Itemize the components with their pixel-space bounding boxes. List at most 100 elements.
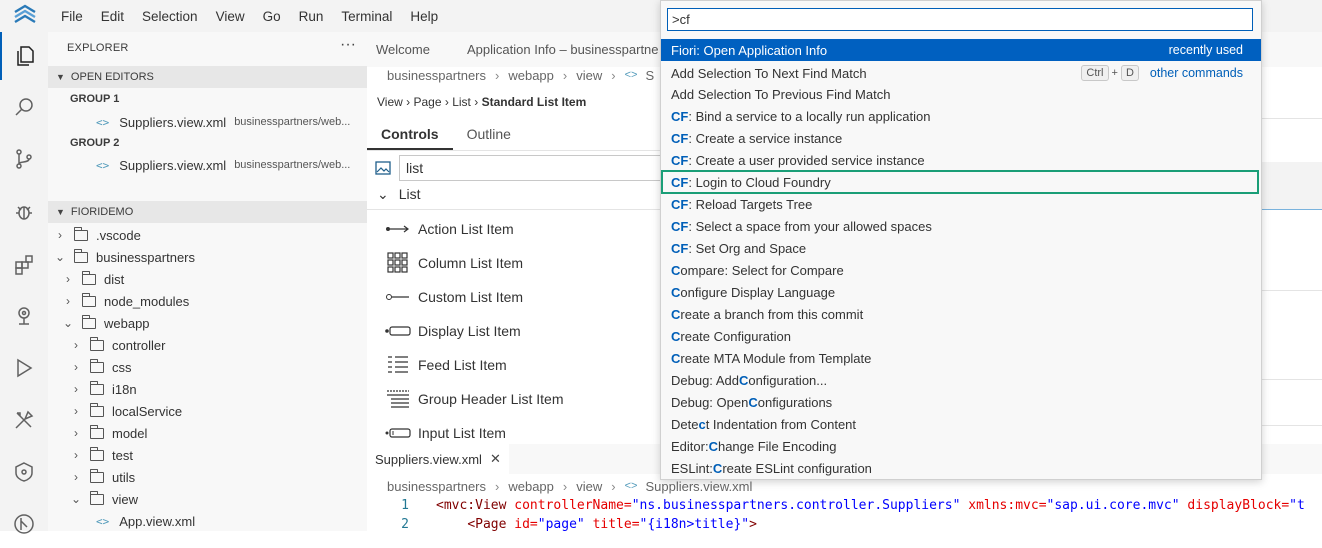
command-item[interactable]: Add Selection To Next Find Match Ctrl + D … — [661, 62, 1261, 84]
list-group-header[interactable]: ⌄ List — [377, 186, 421, 203]
open-editor-item[interactable]: <> Suppliers.view.xml businesspartners/w… — [96, 154, 350, 176]
chevron-down-icon: ⌄ — [70, 492, 82, 506]
tree-folder-localservice[interactable]: › localService — [68, 400, 182, 422]
tree-folder-node-modules[interactable]: › node_modules — [60, 290, 189, 312]
breadcrumb-item[interactable]: webapp — [508, 479, 554, 494]
tree-folder-vscode[interactable]: › .vscode — [52, 224, 141, 246]
open-editor-path: businesspartners/web... — [234, 159, 351, 171]
tab-suppliers-view[interactable]: Suppliers.view.xml ✕ — [367, 444, 509, 474]
git-activity[interactable] — [0, 500, 48, 548]
command-item[interactable]: Create Configuration — [661, 325, 1261, 347]
remote-activity[interactable] — [0, 292, 48, 340]
other-commands-label: other commands — [1149, 66, 1243, 80]
breadcrumb-item[interactable]: businesspartners — [387, 479, 486, 494]
tab-application-info[interactable]: Application Info – businesspartne — [458, 32, 668, 67]
command-item[interactable]: Create a branch from this commit — [661, 303, 1261, 325]
tree-label: .vscode — [96, 227, 141, 243]
tree-folder-css[interactable]: › css — [68, 356, 132, 378]
breadcrumb-item[interactable]: view — [576, 479, 602, 494]
command-item-selected[interactable]: Fiori: Open Application Info recently us… — [661, 39, 1261, 61]
tree-file-app-view[interactable]: <> App.view.xml — [96, 510, 195, 532]
divider — [1260, 118, 1322, 119]
close-icon[interactable]: ✕ — [490, 451, 501, 467]
source-control-activity[interactable] — [0, 135, 48, 183]
tab-welcome[interactable]: Welcome — [367, 32, 439, 67]
command-item[interactable]: Create MTA Module from Template — [661, 347, 1261, 369]
tree-folder-utils[interactable]: › utils — [68, 466, 135, 488]
open-editors-header[interactable]: ▼ OPEN EDITORS — [48, 66, 367, 88]
control-custom-list-item[interactable]: Custom List Item — [385, 284, 523, 310]
group-1-label: GROUP 1 — [70, 93, 120, 105]
command-item[interactable]: Editor: Change File Encoding — [661, 435, 1261, 457]
tree-folder-view[interactable]: ⌄ view — [68, 488, 138, 510]
command-item[interactable]: CF: Bind a service to a locally run appl… — [661, 105, 1261, 127]
command-item[interactable]: CF: Select a space from your allowed spa… — [661, 215, 1261, 237]
breadcrumb-item[interactable]: businesspartners — [387, 68, 486, 83]
command-label: Dete — [671, 416, 699, 432]
menu-help[interactable]: Help — [401, 9, 447, 24]
tree-folder-test[interactable]: › test — [68, 444, 133, 466]
menu-edit[interactable]: Edit — [92, 9, 133, 24]
menu-run[interactable]: Run — [290, 9, 333, 24]
command-item[interactable]: Add Selection To Previous Find Match — [661, 83, 1261, 105]
control-display-list-item[interactable]: Display List Item — [385, 318, 521, 344]
breadcrumb-item[interactable]: view — [576, 68, 602, 83]
workspace-header[interactable]: ▼ FIORIDEMO — [48, 201, 367, 223]
explorer-activity[interactable] — [0, 32, 48, 80]
control-column-list-item[interactable]: Column List Item — [385, 250, 523, 276]
tree-folder-model[interactable]: › model — [68, 422, 147, 444]
menu-terminal[interactable]: Terminal — [332, 9, 401, 24]
control-feed-list-item[interactable]: Feed List Item — [385, 352, 507, 378]
tab-outline[interactable]: Outline — [453, 120, 525, 150]
chevron-right-icon: › — [66, 272, 70, 286]
command-item[interactable]: Debug: Add Configuration... — [661, 369, 1261, 391]
crumb-list[interactable]: List — [452, 95, 471, 109]
command-item[interactable]: Debug: Open Configurations — [661, 391, 1261, 413]
command-item[interactable]: Dete c t Indentation from Content — [661, 413, 1261, 435]
code-line[interactable]: 2 <Page id="page" title="{i18n>title}"> — [367, 517, 757, 536]
menu-selection[interactable]: Selection — [133, 9, 207, 24]
tree-folder-businesspartners[interactable]: ⌄ businesspartners — [52, 246, 195, 268]
menu-go[interactable]: Go — [254, 9, 290, 24]
tab-controls[interactable]: Controls — [367, 120, 453, 150]
command-palette-input[interactable]: >cf — [667, 8, 1253, 31]
control-search-input[interactable]: list — [399, 155, 661, 181]
control-action-list-item[interactable]: Action List Item — [385, 216, 514, 242]
deploy-activity[interactable] — [0, 448, 48, 496]
code-token: controllerName= — [514, 498, 632, 513]
image-icon[interactable] — [375, 160, 391, 176]
command-item[interactable]: CF: Create a service instance — [661, 127, 1261, 149]
breadcrumb-item[interactable]: webapp — [508, 68, 554, 83]
command-item[interactable]: CF: Create a user provided service insta… — [661, 149, 1261, 171]
command-item[interactable]: CF: Reload Targets Tree — [661, 193, 1261, 215]
command-item[interactable]: CF: Set Org and Space — [661, 237, 1261, 259]
tree-folder-webapp[interactable]: ⌄ webapp — [60, 312, 150, 334]
extensions-activity[interactable] — [0, 241, 48, 289]
divider — [1260, 425, 1322, 426]
command-item-login-cloud-foundry[interactable]: CF: Login to Cloud Foundry — [661, 170, 1259, 194]
debug-activity[interactable] — [0, 187, 48, 235]
crumb-view[interactable]: View — [377, 95, 403, 109]
breadcrumb-item[interactable]: Suppliers.view.xml — [645, 479, 752, 494]
command-item[interactable]: ESLint: Create ESLint configuration — [661, 457, 1261, 479]
command-item[interactable]: Configure Display Language — [661, 281, 1261, 303]
menu-file[interactable]: File — [52, 9, 92, 24]
command-label: Debug: Add — [671, 372, 739, 388]
tree-folder-controller[interactable]: › controller — [68, 334, 165, 356]
command-match: C — [738, 372, 749, 388]
tools-activity[interactable] — [0, 396, 48, 444]
command-item[interactable]: Compare: Select for Compare — [661, 259, 1261, 281]
tree-folder-i18n[interactable]: › i18n — [68, 378, 137, 400]
breadcrumb-item[interactable]: S — [645, 68, 654, 83]
code-token: "{i18n>title}" — [639, 517, 750, 532]
control-group-header-list-item[interactable]: Group Header List Item — [385, 386, 564, 412]
search-activity[interactable] — [0, 83, 48, 131]
run-activity[interactable] — [0, 344, 48, 392]
open-editor-item[interactable]: <> Suppliers.view.xml businesspartners/w… — [96, 111, 350, 133]
more-actions-icon[interactable]: ··· — [340, 36, 356, 54]
code-line[interactable]: 1 <mvc:View controllerName="ns.businesspa… — [367, 498, 1305, 517]
tree-folder-dist[interactable]: › dist — [60, 268, 124, 290]
control-input-list-item[interactable]: Input List Item — [385, 420, 506, 446]
crumb-page[interactable]: Page — [413, 95, 441, 109]
menu-view[interactable]: View — [207, 9, 254, 24]
